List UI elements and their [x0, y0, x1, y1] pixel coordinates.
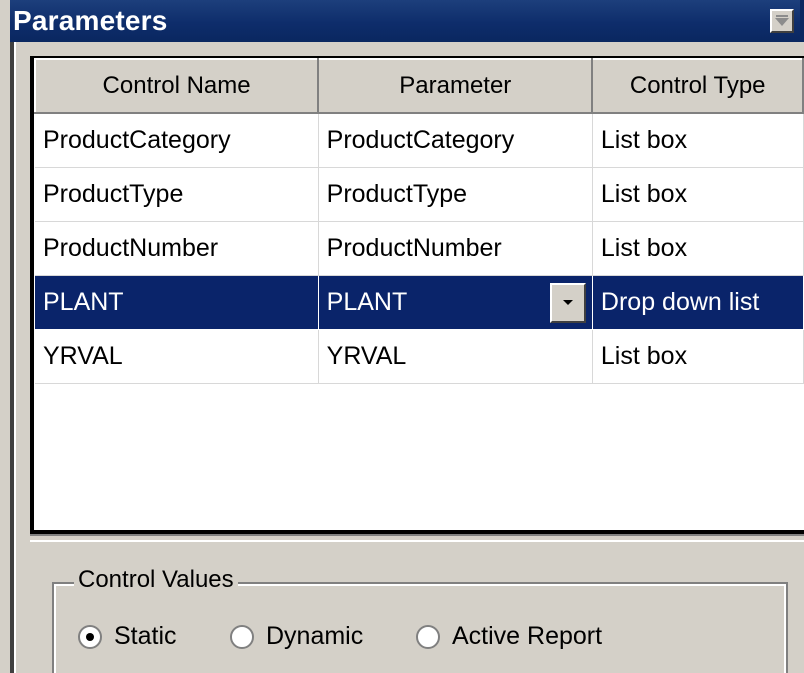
radio-static-circle[interactable]: [78, 624, 102, 649]
cell-parameter-dropdown[interactable]: PLANT: [318, 275, 593, 330]
column-header-parameter[interactable]: Parameter: [317, 58, 594, 114]
table-row-selected[interactable]: PLANT PLANT Drop down list: [35, 275, 804, 330]
cell-control-name[interactable]: ProductCategory: [35, 113, 319, 168]
column-header-control-name[interactable]: Control Name: [34, 58, 320, 114]
panel-title: Parameters: [13, 5, 168, 36]
panel-splitter[interactable]: [30, 534, 804, 548]
cell-control-type[interactable]: List box: [592, 167, 804, 222]
table-header-row: Control Name Parameter Control Type: [34, 58, 804, 114]
cell-control-name[interactable]: PLANT: [35, 275, 319, 330]
collapse-button[interactable]: [770, 9, 794, 33]
cell-control-type[interactable]: List box: [592, 329, 804, 384]
radio-dynamic-circle[interactable]: [230, 624, 254, 649]
cell-control-name[interactable]: ProductType: [35, 167, 319, 222]
dropdown-arrow-icon: [562, 300, 573, 305]
control-values-legend: Control Values: [74, 566, 238, 594]
radio-static-label: Static: [114, 622, 177, 650]
cell-parameter[interactable]: ProductCategory: [318, 113, 593, 168]
collapse-bar-icon: [776, 15, 788, 17]
cell-parameter-value: PLANT: [326, 287, 408, 316]
splitter-highlight: [30, 540, 804, 542]
parameter-dropdown-button[interactable]: [549, 282, 586, 323]
collapse-icon: [775, 18, 789, 26]
column-header-control-type[interactable]: Control Type: [591, 58, 804, 114]
cell-parameter[interactable]: YRVAL: [318, 329, 593, 384]
panel-border-highlight: [14, 42, 16, 673]
cell-control-name[interactable]: ProductNumber: [35, 221, 319, 276]
parameters-table: Control Name Parameter Control Type Prod…: [34, 58, 804, 384]
cell-control-type[interactable]: List box: [592, 221, 804, 276]
cell-parameter[interactable]: ProductType: [318, 167, 593, 222]
radio-active-report[interactable]: Active Report: [416, 622, 602, 651]
cell-control-type[interactable]: List box: [592, 113, 804, 168]
radio-active-report-circle[interactable]: [416, 624, 440, 649]
table-row[interactable]: ProductType ProductType List box: [35, 167, 804, 222]
table-row[interactable]: ProductCategory ProductCategory List box: [35, 113, 804, 168]
control-values-area: Control Values Static Dynamic Active Rep…: [30, 548, 804, 673]
parameters-panel: Parameters Control Name Parameter Contro…: [0, 0, 804, 673]
title-bar-edge: [800, 0, 804, 42]
cell-control-type[interactable]: Drop down list: [592, 275, 804, 330]
radio-static[interactable]: Static: [78, 622, 177, 651]
table-row[interactable]: ProductNumber ProductNumber List box: [35, 221, 804, 276]
radio-dynamic[interactable]: Dynamic: [230, 622, 363, 651]
parameters-grid: Control Name Parameter Control Type Prod…: [34, 58, 804, 530]
radio-selected-dot: [86, 632, 94, 641]
cell-parameter[interactable]: ProductNumber: [318, 221, 593, 276]
cell-control-name[interactable]: YRVAL: [35, 329, 319, 384]
radio-active-report-label: Active Report: [452, 622, 603, 650]
table-row[interactable]: YRVAL YRVAL List box: [35, 329, 804, 384]
radio-dynamic-label: Dynamic: [266, 622, 364, 650]
panel-title-bar: Parameters: [10, 0, 804, 42]
